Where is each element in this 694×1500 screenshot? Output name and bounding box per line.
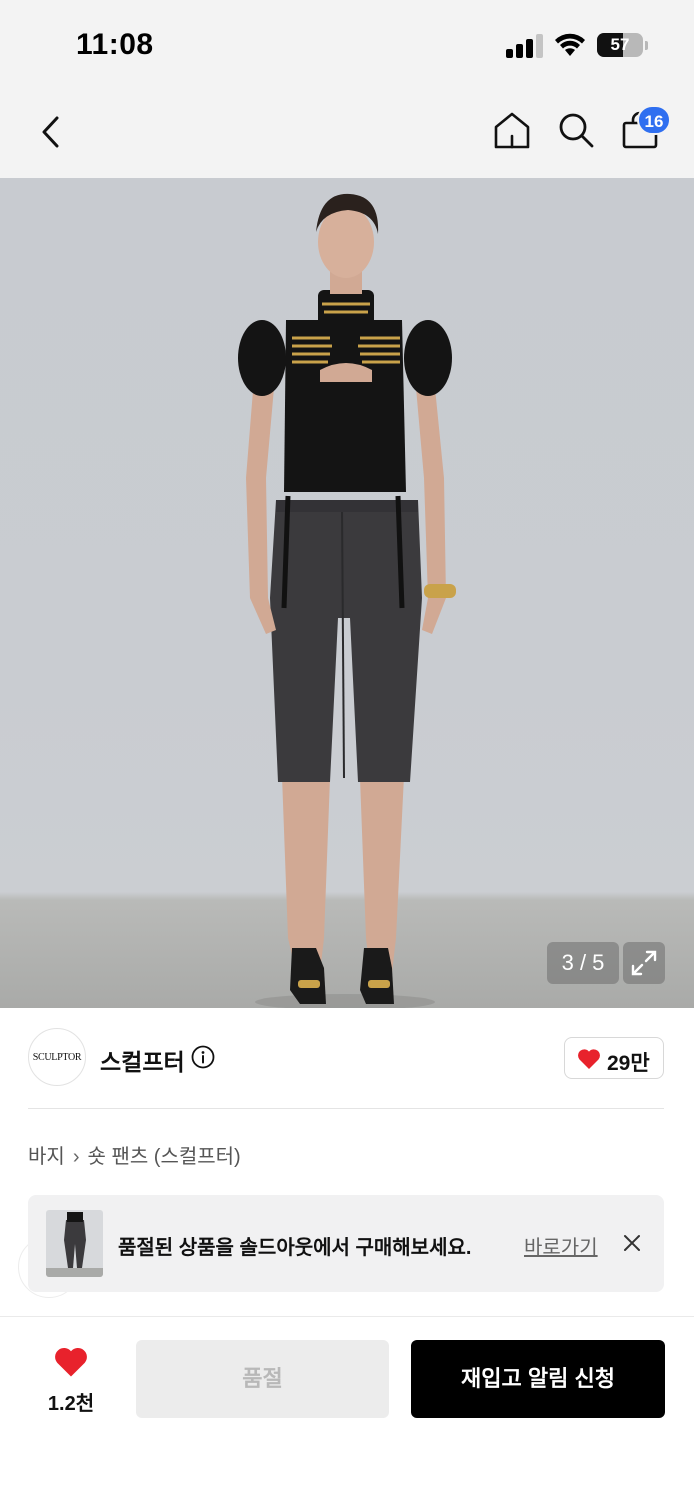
brand-like-button[interactable]: 29만 [564, 1037, 664, 1079]
divider [28, 1108, 664, 1109]
home-icon[interactable] [492, 110, 532, 150]
toast-go-link[interactable]: 바로가기 [524, 1231, 598, 1260]
brand-logo[interactable]: SCULPTOR [28, 1028, 86, 1086]
wishlist-count: 1.2천 [47, 1393, 95, 1415]
brand-logo-text: SCULPTOR [32, 1052, 82, 1063]
top-nav-bar [0, 90, 694, 178]
chevron-right-icon: › [72, 1146, 80, 1168]
battery-cap [645, 41, 648, 50]
battery-level: 57 [610, 35, 630, 54]
heart-icon [55, 1347, 87, 1377]
restock-alert-button[interactable]: 재입고 알림 신청 [411, 1340, 665, 1418]
toast-message: 품절된 상품을 솔드아웃에서 구매해보세요. [118, 1237, 472, 1259]
cart-count-badge: 16 [637, 105, 671, 135]
soldout-toast: 품절된 상품을 솔드아웃에서 구매해보세요. 바로가기 [28, 1195, 664, 1292]
wifi-icon [555, 33, 585, 56]
info-icon[interactable] [191, 1045, 215, 1069]
expand-image-button[interactable] [623, 942, 665, 984]
close-icon[interactable] [621, 1232, 643, 1254]
heart-icon [578, 1049, 600, 1069]
model-photo [238, 193, 456, 1008]
battery-icon: 57 [597, 33, 643, 57]
brand-like-count: 29만 [607, 1052, 650, 1075]
breadcrumb-subcategory[interactable]: 숏 팬츠 (스컬프터) [87, 1140, 240, 1169]
brand-name[interactable]: 스컬프터 [100, 1043, 185, 1077]
image-counter: 3 / 5 [547, 942, 619, 984]
chevron-left-icon[interactable] [34, 112, 68, 152]
wishlist-button[interactable]: 1.2천 [42, 1342, 102, 1415]
soldout-button[interactable]: 품절 [136, 1340, 389, 1418]
breadcrumb: 바지 › 숏 팬츠 (스컬프터) [28, 1140, 241, 1169]
search-icon[interactable] [556, 110, 596, 150]
status-bar: 11:08 57 [0, 0, 694, 90]
toast-product-thumbnail [46, 1210, 103, 1277]
signal-icon [506, 34, 544, 58]
expand-icon [631, 950, 657, 976]
status-time: 11:08 [76, 28, 154, 61]
breadcrumb-category[interactable]: 바지 [28, 1140, 65, 1169]
product-image[interactable] [0, 178, 694, 1008]
